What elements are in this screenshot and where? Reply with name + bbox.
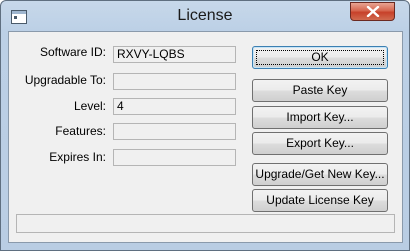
features-label: Features: (55, 124, 106, 138)
export-key-button-label: Export Key... (286, 136, 354, 150)
level-label: Level: (73, 99, 106, 113)
update-license-key-button[interactable]: Update License Key (252, 189, 388, 212)
upgrade-get-new-key-button[interactable]: Upgrade/Get New Key... (252, 163, 388, 186)
expires-in-field[interactable] (113, 149, 236, 166)
focus-indicator (256, 50, 384, 65)
close-icon (366, 6, 380, 17)
title-bar[interactable]: License (1, 1, 409, 30)
software-id-label: Software ID: (39, 45, 106, 59)
window-title: License (177, 7, 233, 24)
features-field[interactable] (113, 123, 236, 140)
software-id-field[interactable]: RXVY-LQBS (113, 46, 236, 63)
dialog-body: Software ID: Upgradable To: Level: Featu… (8, 31, 403, 243)
paste-key-button-label: Paste Key (292, 83, 348, 97)
status-bar (16, 214, 395, 233)
upgrade-get-new-key-button-label: Upgrade/Get New Key... (255, 167, 385, 181)
export-key-button[interactable]: Export Key... (252, 132, 388, 155)
upgradable-to-label: Upgradable To: (24, 73, 106, 87)
update-license-key-button-label: Update License Key (266, 193, 374, 207)
close-button[interactable] (350, 2, 395, 21)
level-field[interactable]: 4 (113, 98, 236, 115)
license-window: License Software ID: Upgradable To: Leve… (0, 0, 410, 251)
expires-in-label: Expires In: (49, 150, 106, 164)
import-key-button-label: Import Key... (286, 110, 354, 124)
paste-key-button[interactable]: Paste Key (252, 79, 388, 102)
upgradable-to-field[interactable] (113, 73, 236, 90)
ok-button[interactable]: OK (252, 46, 388, 69)
import-key-button[interactable]: Import Key... (252, 106, 388, 129)
